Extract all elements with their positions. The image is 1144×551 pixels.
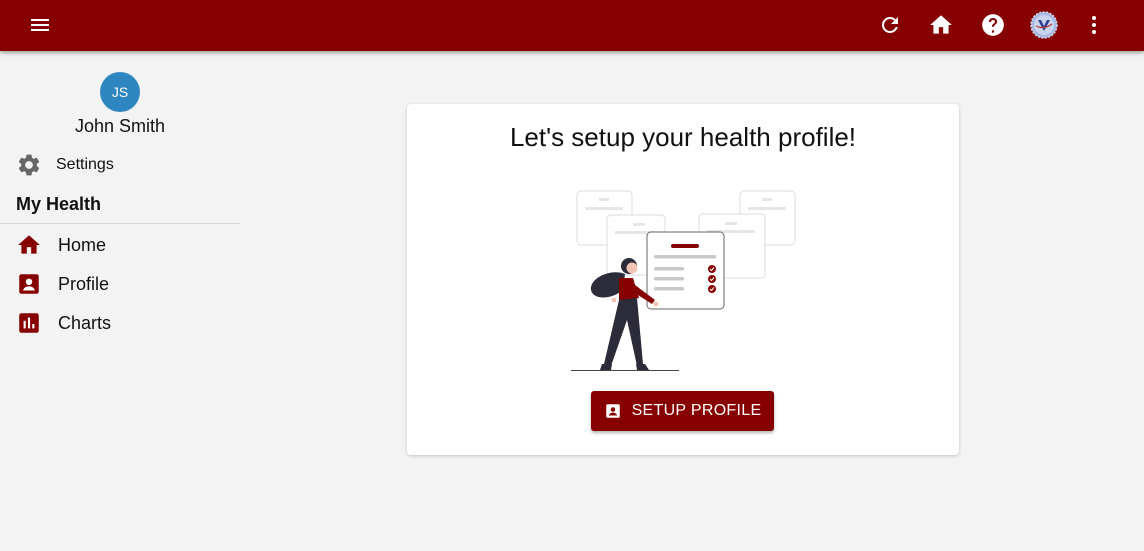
- card-title: Let's setup your health profile!: [509, 122, 857, 152]
- sidebar: JS John Smith Settings My Health Home Pr…: [0, 51, 240, 551]
- help-icon: [982, 14, 1004, 36]
- user-name: John Smith: [74, 116, 166, 136]
- app-logo-icon: [1030, 11, 1058, 39]
- refresh-button[interactable]: [877, 12, 903, 38]
- menu-button[interactable]: [27, 12, 53, 38]
- setup-profile-card: Let's setup your health profile! SETUP P…: [407, 104, 959, 455]
- profile-icon: [605, 404, 620, 418]
- help-button[interactable]: [980, 12, 1006, 38]
- sidebar-item-label: Profile: [58, 273, 110, 294]
- chart-icon: [19, 313, 39, 333]
- app-bar: [0, 0, 1144, 51]
- home-icon: [18, 235, 40, 254]
- sidebar-item-charts[interactable]: Charts: [16, 310, 111, 336]
- section-title-my-health: My Health: [16, 194, 102, 214]
- sidebar-item-label: Charts: [58, 312, 112, 333]
- sidebar-item-profile[interactable]: Profile: [16, 271, 109, 297]
- divider: [0, 223, 240, 224]
- more-options-button[interactable]: [1081, 12, 1107, 38]
- menu-icon: [31, 19, 49, 31]
- home-icon: [930, 15, 952, 34]
- woman-with-checklist-illustration: [571, 190, 796, 371]
- refresh-icon: [881, 16, 898, 33]
- sidebar-item-home[interactable]: Home: [16, 232, 106, 258]
- profile-icon: [19, 274, 39, 294]
- setup-profile-label: SETUP PROFILE: [631, 402, 762, 419]
- settings-label: Settings: [56, 156, 114, 173]
- gear-icon: [18, 154, 40, 176]
- avatar[interactable]: JS: [100, 72, 140, 112]
- home-button[interactable]: [928, 12, 954, 38]
- settings-link[interactable]: Settings: [16, 152, 114, 178]
- more-vert-icon: [1092, 16, 1096, 34]
- sidebar-item-label: Home: [58, 234, 107, 255]
- app-logo-button[interactable]: [1030, 11, 1058, 39]
- setup-profile-button[interactable]: SETUP PROFILE: [591, 391, 774, 431]
